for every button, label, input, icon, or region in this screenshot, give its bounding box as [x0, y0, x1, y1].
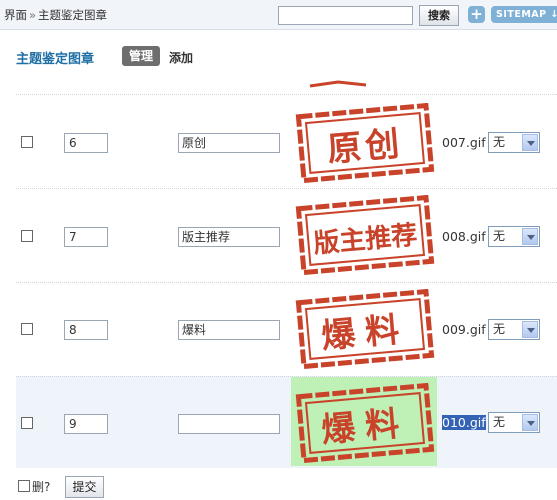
chevron-down-icon[interactable]	[522, 414, 538, 431]
level-select[interactable]: 无	[488, 132, 540, 153]
delete-checkbox[interactable]	[21, 136, 33, 148]
name-input[interactable]	[178, 414, 280, 434]
table-row: 7 版主推荐 版主推荐 008.gif 无	[16, 188, 557, 282]
sitemap-button[interactable]: SITEMAP ↓	[491, 6, 557, 23]
delete-checkbox[interactable]	[21, 323, 33, 335]
name-input[interactable]: 原创	[178, 133, 280, 153]
table-row: 8 爆料 爆料 009.gif 无	[16, 282, 557, 376]
stamp-filename: 008.gif	[442, 229, 486, 244]
level-select-value: 无	[493, 229, 506, 243]
stamp-filename-selected: 010.gif	[442, 415, 486, 430]
level-select[interactable]: 无	[488, 226, 540, 247]
stamp-text: 爆料	[320, 403, 411, 451]
stamp-filename: 009.gif	[442, 322, 486, 337]
level-select[interactable]: 无	[488, 412, 540, 433]
stamp-cell-selected: 爆料	[291, 377, 437, 466]
search-input[interactable]	[278, 6, 413, 25]
stamp-image: 原创	[295, 103, 435, 183]
stamp-image: 版主推荐	[295, 195, 435, 275]
level-select-value: 无	[493, 322, 506, 336]
stamp-cell: 版主推荐	[291, 189, 437, 283]
stamp-image: 爆料	[295, 289, 435, 369]
stamp-text: 版主推荐	[311, 221, 418, 260]
delete-label: 删?	[32, 480, 51, 494]
breadcrumb-parent[interactable]: 界面	[4, 8, 27, 22]
chevron-down-icon[interactable]	[522, 228, 538, 245]
name-input[interactable]: 爆料	[178, 320, 280, 340]
chevron-down-icon[interactable]	[522, 134, 538, 151]
level-select[interactable]: 无	[488, 319, 540, 340]
breadcrumb-separator: »	[29, 8, 37, 22]
top-bar: 界面» 主题鉴定图章 搜索 + SITEMAP ↓	[0, 0, 557, 30]
stamp-filename: 007.gif	[442, 135, 486, 150]
delete-checkbox[interactable]	[21, 417, 33, 429]
stamp-text: 原创	[326, 124, 405, 170]
breadcrumb: 界面» 主题鉴定图章	[4, 7, 107, 23]
delete-checkbox[interactable]	[21, 230, 33, 242]
search-button[interactable]: 搜索	[419, 5, 459, 26]
tab-add[interactable]: 添加	[169, 49, 193, 66]
level-select-value: 无	[493, 135, 506, 149]
table-row: 9 爆料 010.gif 无	[16, 376, 557, 468]
level-select-value: 无	[493, 415, 506, 429]
order-input[interactable]: 9	[64, 414, 108, 434]
order-input[interactable]: 6	[64, 133, 108, 153]
stamp-text: 爆料	[320, 309, 411, 357]
stamp-cell: 爆料	[291, 283, 437, 377]
stamp-image: 爆料	[295, 383, 435, 463]
chevron-down-icon[interactable]	[522, 321, 538, 338]
submit-button[interactable]: 提交	[65, 476, 104, 498]
stamp-image-partial	[309, 80, 367, 88]
tab-manage[interactable]: 管理	[122, 46, 160, 66]
name-input[interactable]: 版主推荐	[178, 227, 280, 247]
table-row: 6 原创 原创 007.gif 无	[16, 94, 557, 188]
order-input[interactable]: 8	[64, 320, 108, 340]
stamp-cell: 原创	[291, 95, 437, 189]
page-title: 主题鉴定图章	[16, 52, 95, 67]
add-shortcut-button[interactable]: +	[468, 6, 485, 23]
breadcrumb-current: 主题鉴定图章	[38, 8, 108, 22]
delete-all-checkbox[interactable]	[18, 480, 30, 492]
order-input[interactable]: 7	[64, 227, 108, 247]
